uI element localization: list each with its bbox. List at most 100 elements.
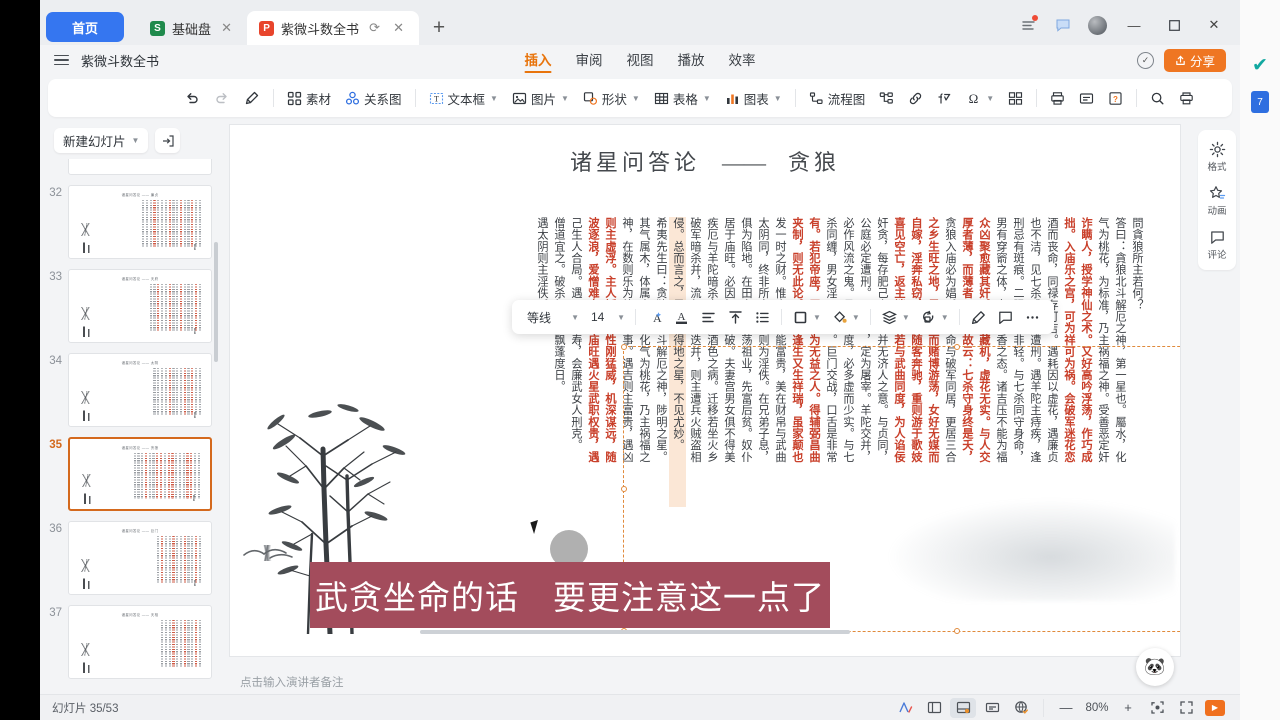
font-name-select[interactable]: 等线 ▼ [521,305,583,329]
text-box-button[interactable]: T 文本框 ▼ [423,84,504,112]
relation-chart-button[interactable]: 关系图 [339,84,408,112]
menu-list-icon[interactable] [1014,11,1044,39]
chevron-down-icon[interactable]: ▼ [561,94,569,103]
layer-order-button[interactable]: ▼ [877,305,914,329]
new-slide-button[interactable]: 新建幻灯片 ▼ [54,128,149,153]
new-tab-button[interactable]: + [425,14,453,42]
format-painter-button[interactable] [238,84,266,112]
cloud-saved-icon[interactable]: ✓ [1136,51,1154,69]
picture-button[interactable]: 图片 ▼ [506,84,575,112]
search-button[interactable] [1144,84,1171,112]
undo-button[interactable] [178,84,206,112]
format-painter-button[interactable] [966,305,991,329]
normal-view-button[interactable] [921,698,947,718]
zoom-level[interactable]: 80% [1082,702,1112,714]
thumbnail-partial[interactable] [44,159,212,175]
teal-check-icon[interactable]: ✔ [1252,54,1268,77]
slide-canvas[interactable]: 诸星问答论 —— 贪狼 問貪狼所主若何？ 答曰：貪狼北斗解厄之神，第一星也。屬水… [230,125,1180,656]
web-view-button[interactable] [1008,698,1034,718]
chevron-down-icon[interactable]: ▼ [902,313,910,322]
material-button[interactable]: 素材 [281,84,337,112]
table-button[interactable]: 表格 ▼ [648,84,717,112]
thumbnail-row-36[interactable]: 36 诸星问答论 —— 巨门 [44,521,212,595]
print-area-button[interactable] [1044,84,1071,112]
thumbnail-row-32[interactable]: 32 诸星问答论 —— 廉贞 [44,185,212,259]
hyperlink-button[interactable] [902,84,929,112]
comment-button[interactable] [993,305,1018,329]
flowchart-button[interactable]: 流程图 [803,84,872,112]
tab-item-1[interactable]: P 紫微斗数全书 ⟳ ✕ [247,11,420,45]
thumbnail-image[interactable] [68,159,212,175]
fit-slide-button[interactable] [1144,698,1170,718]
help-card-button[interactable]: ? [1102,84,1129,112]
chart-button[interactable]: 图表 ▼ [719,84,788,112]
home-tab[interactable]: 首页 [46,12,125,42]
notes-view-button[interactable] [950,697,976,718]
more-options-button[interactable] [1020,305,1045,329]
font-effect-button[interactable]: A [642,305,667,329]
redo-button[interactable] [208,84,236,112]
menu-tab-review[interactable]: 审阅 [576,49,603,72]
chevron-down-icon[interactable]: ▼ [941,313,949,322]
speaker-notes-bar[interactable]: 点击输入演讲者备注 [220,670,1194,694]
shape-outline-button[interactable]: ▼ [788,305,825,329]
thumbnail-row-35[interactable]: 35 诸星问答论 —— 贪狼 [44,437,212,511]
canvas-horizontal-scrollbar[interactable] [420,630,850,634]
comment-box-button[interactable] [1073,84,1100,112]
thumbnail-row-34[interactable]: 34 诸星问答论 —— 太阴 [44,353,212,427]
formula-button[interactable] [931,84,958,112]
assistant-mascot[interactable]: 🐼 [1136,648,1174,686]
thumbnail-scrollbar[interactable] [214,242,218,362]
avatar[interactable] [1082,11,1112,39]
chevron-down-icon[interactable]: ▼ [986,94,994,103]
thumbnail-image[interactable]: 诸星问答论 —— 廉贞 [68,185,212,259]
ai-assistant-button[interactable] [892,698,918,718]
menu-tab-view[interactable]: 视图 [627,49,654,72]
maximize-button[interactable] [1156,11,1192,39]
play-button[interactable]: ▶ [1202,698,1228,718]
align-button[interactable] [696,305,721,329]
fullscreen-button[interactable] [1173,698,1199,718]
thumbnail-row-37[interactable]: 37 诸星问答论 —— 天相 [44,605,212,679]
rotate-button[interactable]: ▼ [916,305,953,329]
caption-banner[interactable]: 武贪坐命的话 要更注意这一点了 [310,562,830,628]
zoom-in-button[interactable]: + [1115,698,1141,718]
chevron-down-icon[interactable]: ▼ [774,94,782,103]
reading-view-button[interactable] [979,698,1005,718]
screenshot-button[interactable] [1002,84,1029,112]
font-size-select[interactable]: 14 ▼ [585,305,629,329]
blue-chip-icon[interactable]: 7 [1251,91,1269,113]
slide-body-text[interactable]: 問貪狼所主若何？ 答曰：貪狼北斗解厄之神，第一星也。屬水，化 气为桃花，为标准，… [368,217,1145,507]
resize-handle-b[interactable] [953,628,960,634]
chevron-down-icon[interactable]: ▼ [703,94,711,103]
feedback-icon[interactable] [1048,11,1078,39]
close-button[interactable]: ✕ [1196,11,1232,39]
thumbnail-image-selected[interactable]: 诸星问答论 —— 贪狼 [68,437,212,511]
chevron-down-icon[interactable]: ▼ [852,313,860,322]
thumbnail-row-33[interactable]: 33 诸星问答论 —— 天府 [44,269,212,343]
menu-tab-efficiency[interactable]: 效率 [729,49,756,72]
shape-button[interactable]: 形状 ▼ [577,84,646,112]
tab-item-0[interactable]: S 基础盘 ✕ [138,11,247,45]
chevron-down-icon[interactable]: ▼ [617,313,625,322]
thumbnail-list[interactable]: 32 诸星问答论 —— 廉贞 33 诸星问答论 —— 天府 34 诸星问答论 —… [40,159,220,694]
print-button[interactable] [1173,84,1200,112]
smart-diagram-button[interactable] [873,84,900,112]
font-color-button[interactable]: A [669,305,694,329]
fill-color-button[interactable]: ▼ [827,305,864,329]
bullet-list-button[interactable] [750,305,775,329]
chevron-down-icon[interactable]: ▼ [632,94,640,103]
menu-tab-play[interactable]: 播放 [678,49,705,72]
thumbnail-image[interactable]: 诸星问答论 —— 天相 [68,605,212,679]
chevron-down-icon[interactable]: ▼ [132,136,140,145]
zoom-out-button[interactable]: — [1053,698,1079,718]
menu-tab-insert[interactable]: 插入 [524,49,552,73]
thumbnail-image[interactable]: 诸星问答论 —— 天府 [68,269,212,343]
chevron-down-icon[interactable]: ▼ [571,313,579,322]
minimize-button[interactable]: — [1116,11,1152,39]
reload-icon[interactable]: ⟳ [366,20,383,37]
share-button[interactable]: 分享 [1163,48,1226,72]
chevron-down-icon[interactable]: ▼ [490,94,498,103]
close-icon[interactable]: ✕ [218,20,235,37]
close-icon[interactable]: ✕ [390,20,407,37]
